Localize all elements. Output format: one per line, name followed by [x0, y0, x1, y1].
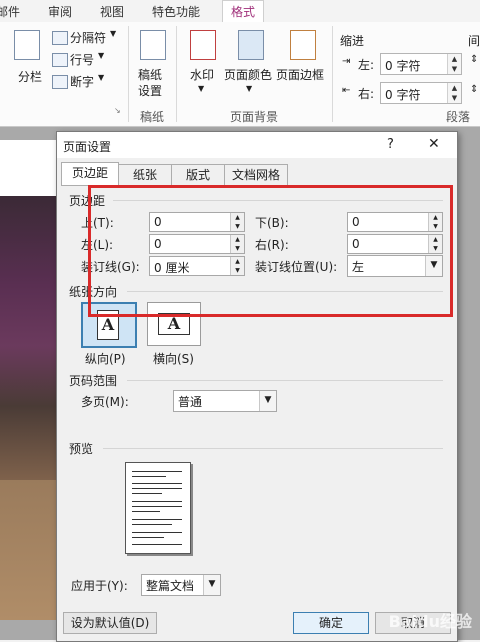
preview-text-line — [132, 537, 164, 538]
page-border-icon — [290, 30, 316, 60]
tab-format[interactable]: 格式 — [222, 0, 265, 23]
line-numbers-button[interactable]: 行号 — [70, 51, 94, 68]
chevron-down-icon[interactable]: ▼ — [203, 575, 220, 595]
preview-text-line — [132, 524, 172, 525]
group-label-paper: 稿纸 — [140, 110, 165, 124]
group-separator — [128, 26, 129, 122]
section-divider — [127, 380, 443, 381]
preview-text-line — [132, 511, 160, 512]
indent-left-icon: ⇥ — [342, 56, 351, 67]
chevron-down-icon: ▼ — [98, 73, 105, 82]
preview-text-line — [132, 488, 182, 489]
spacing-title: 间 — [468, 34, 480, 48]
group-separator — [176, 26, 177, 122]
preview-text-line — [132, 476, 166, 477]
apply-to-label: 应用于(Y): — [71, 579, 128, 593]
pages-section-title: 页码范围 — [69, 374, 118, 388]
ok-button[interactable]: 确定 — [293, 612, 369, 634]
spinner-arrows-icon[interactable]: ▲ ▼ — [447, 54, 461, 74]
indent-right-input[interactable]: 0 字符 ▲ ▼ — [380, 82, 462, 104]
tab-paper[interactable]: 纸张 — [118, 164, 172, 185]
spacing-before-icon: ⇕ — [470, 54, 479, 65]
portrait-label[interactable]: 纵向(P) — [85, 350, 126, 367]
page-border-button[interactable]: 页面边框 — [276, 66, 324, 83]
set-default-button[interactable]: 设为默认值(D) — [63, 612, 157, 634]
ribbon: 分栏 分隔符 ▼ 行号 ▼ 断字 ▼ ↘ 稿纸 设置 稿纸 水印 ▼ 页面颜色 … — [0, 22, 480, 127]
spinner-arrows-icon[interactable]: ▲ ▼ — [447, 83, 461, 103]
preview-text-line — [132, 532, 182, 533]
chevron-down-icon: ▼ — [110, 29, 117, 38]
multiple-pages-select[interactable]: 普通 ▼ — [173, 390, 277, 412]
indent-left-label: 左: — [358, 58, 375, 72]
preview-section-title: 预览 — [69, 442, 94, 456]
group-label-paragraph: 段落 — [446, 110, 471, 124]
preview-text-line — [132, 493, 162, 494]
apply-to-value: 整篇文档 — [146, 579, 195, 593]
multiple-pages-label: 多页(M): — [81, 395, 129, 409]
line-numbers-icon — [52, 53, 68, 67]
columns-icon — [14, 30, 40, 60]
paper-setup-icon — [140, 30, 166, 60]
document-image-floor — [0, 480, 58, 620]
preview-page — [125, 462, 191, 554]
preview-text-line — [132, 471, 182, 472]
preview-text-line — [132, 483, 182, 484]
watermark-icon — [190, 30, 216, 60]
group-label-page-background: 页面背景 — [230, 110, 279, 124]
breaks-icon — [52, 31, 68, 45]
indent-left-input[interactable]: 0 字符 ▲ ▼ — [380, 53, 462, 75]
apply-to-select[interactable]: 整篇文档 ▼ — [141, 574, 221, 596]
spacing-after-icon: ⇕ — [470, 84, 479, 95]
landscape-label[interactable]: 横向(S) — [153, 350, 194, 367]
columns-button[interactable]: 分栏 — [18, 68, 42, 85]
dialog-title: 页面设置 — [63, 140, 112, 154]
preview-text-line — [132, 501, 182, 502]
tab-layout[interactable]: 版式 — [171, 164, 225, 185]
preview-text-line — [132, 544, 182, 545]
group-separator — [332, 26, 333, 122]
chevron-down-icon: ▼ — [246, 84, 253, 93]
tab-margins[interactable]: 页边距 — [61, 162, 119, 186]
hyphenation-button[interactable]: 断字 — [70, 73, 94, 90]
dialog-launcher-icon[interactable]: ↘ — [114, 106, 121, 115]
indent-right-icon: ⇤ — [342, 85, 351, 96]
tab-review[interactable]: 审阅 — [48, 3, 72, 20]
preview-text-line — [132, 506, 182, 507]
chevron-down-icon[interactable]: ▼ — [259, 391, 276, 411]
page-color-icon — [238, 30, 264, 60]
paper-setup-button[interactable]: 稿纸 — [138, 66, 162, 83]
multiple-pages-value: 普通 — [178, 395, 203, 409]
indent-left-value: 0 字符 — [385, 59, 421, 73]
highlight-box — [88, 185, 453, 317]
page-color-button[interactable]: 页面颜色 — [224, 66, 272, 83]
ribbon-tab-bar: 邮件 审阅 视图 特色功能 格式 — [0, 0, 480, 23]
document-image — [0, 196, 58, 496]
watermark-button[interactable]: 水印 — [190, 66, 214, 83]
close-icon[interactable]: ✕ — [428, 136, 440, 152]
breaks-button[interactable]: 分隔符 — [70, 29, 106, 46]
section-divider — [103, 448, 443, 449]
tab-special-features[interactable]: 特色功能 — [152, 3, 200, 20]
chevron-down-icon: ▼ — [198, 84, 205, 93]
indent-right-label: 右: — [358, 87, 375, 101]
preview-text-line — [132, 519, 182, 520]
watermark-logo: Baidu经验 — [388, 612, 472, 631]
paper-setup-button-line2[interactable]: 设置 — [138, 82, 162, 99]
hyphenation-icon — [52, 75, 68, 89]
tab-view[interactable]: 视图 — [100, 3, 124, 20]
chevron-down-icon: ▼ — [98, 51, 105, 60]
document-page — [0, 140, 58, 198]
indent-right-value: 0 字符 — [385, 88, 421, 102]
tab-document-grid[interactable]: 文档网格 — [224, 164, 288, 185]
dialog-titlebar: 页面设置 ? ✕ — [57, 132, 457, 158]
tab-mail[interactable]: 邮件 — [0, 3, 20, 20]
indent-title: 缩进 — [340, 34, 365, 48]
help-icon[interactable]: ? — [387, 137, 394, 152]
